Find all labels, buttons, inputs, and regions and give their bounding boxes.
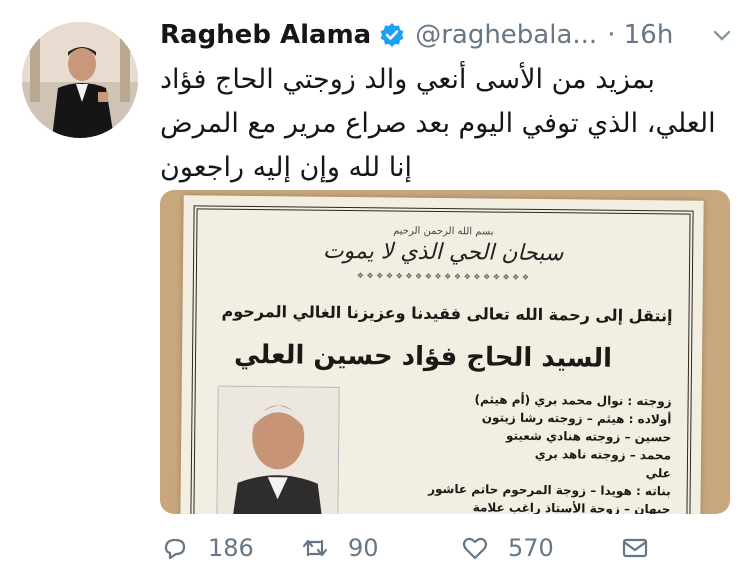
tweet-text-line: إنا لله وإن إليه راجعون (160, 152, 412, 183)
retweet-count: 90 (348, 534, 379, 562)
tweet-timestamp[interactable]: · 16h (607, 20, 673, 50)
family-line: زوجته : نوال محمد بري (أم هيثم) (474, 392, 672, 409)
deceased-name: السيد الحاج فؤاد حسين العلي (233, 339, 613, 374)
author-name[interactable]: Ragheb Alama (160, 20, 371, 50)
family-line: علي (645, 466, 671, 481)
tweet-text-line: العلي، الذي توفي اليوم بعد صراع مرير مع … (160, 108, 716, 139)
family-line: حسين – زوجته هنادي شعيتو (505, 428, 672, 445)
reply-icon (164, 538, 186, 560)
family-line: جيهان – زوجة الأستاذ راغب علامة (472, 500, 671, 514)
retweet-button[interactable]: 90 (300, 533, 460, 563)
like-count: 570 (508, 534, 554, 562)
obituary-paper: بسم الله الرحمن الرحيم سبحان الحي الذي ل… (180, 195, 704, 514)
tweet-actions: 186 90 570 (160, 532, 720, 564)
like-button[interactable]: 570 (460, 533, 620, 563)
family-line: أولاده : هيثم – زوجته رشا زيتون (481, 410, 672, 427)
family-line: محمد – زوجته ناهد بري (534, 446, 672, 463)
tweet-text: بمزيد من الأسى أنعي والد زوجتي الحاج فؤا… (160, 58, 740, 190)
heart-icon (462, 537, 488, 560)
avatar-image (22, 22, 138, 138)
reply-button[interactable]: 186 (160, 533, 300, 563)
tweet-header: Ragheb Alama @raghebala... · 16h (160, 14, 741, 56)
mail-icon (622, 538, 648, 558)
direct-message-button[interactable] (620, 533, 650, 563)
chevron-down-icon[interactable] (709, 22, 735, 48)
retweet-icon (302, 539, 328, 557)
author-avatar[interactable] (22, 22, 138, 138)
author-handle[interactable]: @raghebala... (415, 20, 597, 50)
family-line: بناته : هويدا – زوجة المرحوم حاتم عاشور (428, 481, 671, 499)
tweet-text-line: بمزيد من الأسى أنعي والد زوجتي الحاج فؤا… (160, 64, 655, 95)
verified-badge-icon (379, 22, 405, 48)
tweet-media-image[interactable]: بسم الله الرحمن الرحيم سبحان الحي الذي ل… (160, 190, 730, 514)
reply-count: 186 (208, 534, 254, 562)
deceased-photo (216, 385, 340, 514)
